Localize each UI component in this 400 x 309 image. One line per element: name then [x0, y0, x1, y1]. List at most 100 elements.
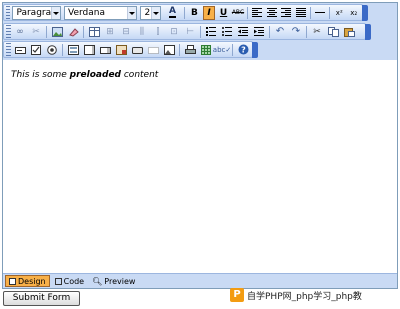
- image-icon: [51, 26, 63, 37]
- insert-link-button[interactable]: ∞: [13, 25, 27, 39]
- picture-icon: [163, 44, 175, 55]
- align-right-icon: [281, 8, 292, 17]
- insert-column-button[interactable]: ⫼: [135, 25, 149, 39]
- image-button-icon: [115, 44, 127, 55]
- toolbar-separator: [62, 43, 63, 56]
- strikethrough-icon: ABC: [231, 9, 245, 16]
- delete-column-button[interactable]: ⫿: [151, 25, 165, 39]
- horizontal-rule-icon: [314, 12, 325, 13]
- cut-button[interactable]: ✂: [310, 25, 324, 39]
- design-icon: [9, 277, 16, 285]
- toolbar-options-chevron[interactable]: [362, 5, 368, 21]
- toolbar-grip[interactable]: [6, 43, 11, 56]
- justify-button[interactable]: [294, 6, 306, 20]
- delete-column-icon: ⫿: [156, 26, 160, 37]
- indent-button[interactable]: [252, 25, 266, 39]
- delete-row-button[interactable]: ⊟: [119, 25, 133, 39]
- redo-button[interactable]: ↷: [289, 25, 303, 39]
- align-right-button[interactable]: [280, 6, 292, 20]
- edit-toolbar: ∞ ✂ ⊞ ⊟ ⫼ ⫿ ⊡ ⊢ ↶ ↷ ✂: [3, 23, 371, 40]
- radio-icon: [47, 44, 57, 55]
- preview-mode-label: Preview: [104, 276, 136, 286]
- code-icon: [54, 277, 62, 285]
- toolbar-grip[interactable]: [6, 25, 11, 38]
- design-mode-tab[interactable]: Design: [5, 275, 50, 287]
- insert-button-button[interactable]: [130, 43, 144, 57]
- color-palette-button[interactable]: [199, 43, 213, 57]
- chevron-down-icon: [150, 6, 160, 19]
- italic-icon: I: [207, 7, 211, 18]
- toolbar-separator: [306, 25, 307, 38]
- bulleted-list-button[interactable]: [220, 25, 234, 39]
- insert-textarea-button[interactable]: [82, 43, 96, 57]
- merge-cells-button[interactable]: ⊡: [167, 25, 181, 39]
- html-editor: Paragraph Verdana 2 A B I U ABC x² x₂ ∞ …: [2, 2, 398, 289]
- insert-picture-button[interactable]: [162, 43, 176, 57]
- cut-icon: ✂: [313, 26, 321, 37]
- insert-image-button[interactable]: [50, 25, 64, 39]
- insert-select-button[interactable]: [98, 43, 112, 57]
- align-left-button[interactable]: [251, 6, 263, 20]
- insert-row-icon: ⊞: [106, 26, 114, 37]
- outdent-button[interactable]: [236, 25, 250, 39]
- checkbox-icon: [31, 44, 41, 55]
- toolbar-separator: [46, 25, 47, 38]
- ordered-list-button[interactable]: [204, 25, 218, 39]
- unlink-icon: ✂: [32, 26, 40, 37]
- paragraph-format-dropdown[interactable]: Paragraph: [12, 5, 61, 20]
- color-grid-icon: [201, 44, 211, 55]
- spell-check-icon: abc✓: [212, 45, 232, 54]
- submit-form-button[interactable]: Submit Form: [3, 291, 80, 306]
- insert-table-button[interactable]: [87, 25, 101, 39]
- strikethrough-button[interactable]: ABC: [232, 6, 244, 20]
- subscript-button[interactable]: x₂: [348, 6, 360, 20]
- insert-imagebutton-button[interactable]: [114, 43, 128, 57]
- font-size-dropdown[interactable]: 2: [140, 5, 161, 20]
- bold-button[interactable]: B: [188, 6, 200, 20]
- toolbar-options-chevron[interactable]: [252, 42, 258, 58]
- insert-row-button[interactable]: ⊞: [103, 25, 117, 39]
- preview-mode-tab[interactable]: 🔍︎ Preview: [89, 275, 138, 287]
- paste-icon: [343, 27, 355, 37]
- insert-hidden-field-button[interactable]: [146, 43, 160, 57]
- toolbar-separator: [247, 6, 249, 19]
- bulleted-list-icon: [222, 27, 232, 36]
- help-button[interactable]: ?: [236, 43, 250, 57]
- spell-check-button[interactable]: abc✓: [212, 43, 232, 57]
- toolbar-grip[interactable]: [6, 6, 11, 19]
- font-name-dropdown[interactable]: Verdana: [64, 5, 138, 20]
- align-center-button[interactable]: [266, 6, 278, 20]
- code-mode-tab[interactable]: Code: [52, 275, 87, 287]
- italic-button[interactable]: I: [202, 5, 216, 20]
- eraser-button[interactable]: [66, 25, 80, 39]
- button-icon: [131, 46, 143, 54]
- copy-button[interactable]: [326, 25, 340, 39]
- split-cell-button[interactable]: ⊢: [183, 25, 197, 39]
- insert-textbox-button[interactable]: [13, 43, 27, 57]
- select-icon: [99, 46, 111, 54]
- editor-content[interactable]: This is some preloaded content: [11, 70, 158, 80]
- toolbar-separator: [269, 25, 270, 38]
- subscript-icon: x₂: [350, 8, 358, 17]
- insert-checkbox-button[interactable]: [29, 43, 43, 57]
- insert-form-button[interactable]: [66, 43, 80, 57]
- toolbar-options-chevron[interactable]: [365, 24, 371, 40]
- undo-button[interactable]: ↶: [273, 25, 287, 39]
- font-color-button[interactable]: A: [164, 6, 182, 20]
- remove-link-button[interactable]: ✂: [29, 25, 43, 39]
- insert-column-icon: ⫼: [139, 26, 145, 37]
- toolbar-separator: [200, 25, 201, 38]
- insert-radio-button[interactable]: [45, 43, 59, 57]
- print-button[interactable]: [183, 43, 197, 57]
- justify-icon: [295, 8, 306, 17]
- superscript-icon: x²: [335, 8, 343, 17]
- toolbar-separator: [329, 6, 331, 19]
- horizontal-rule-button[interactable]: [314, 6, 326, 20]
- svg-text:?: ?: [241, 46, 246, 55]
- redo-icon: ↷: [291, 26, 301, 37]
- toolbar-area: Paragraph Verdana 2 A B I U ABC x² x₂ ∞ …: [3, 3, 397, 60]
- superscript-button[interactable]: x²: [333, 6, 345, 20]
- toolbar-separator: [309, 6, 311, 19]
- underline-button[interactable]: U: [217, 6, 229, 20]
- paste-button[interactable]: [342, 25, 356, 39]
